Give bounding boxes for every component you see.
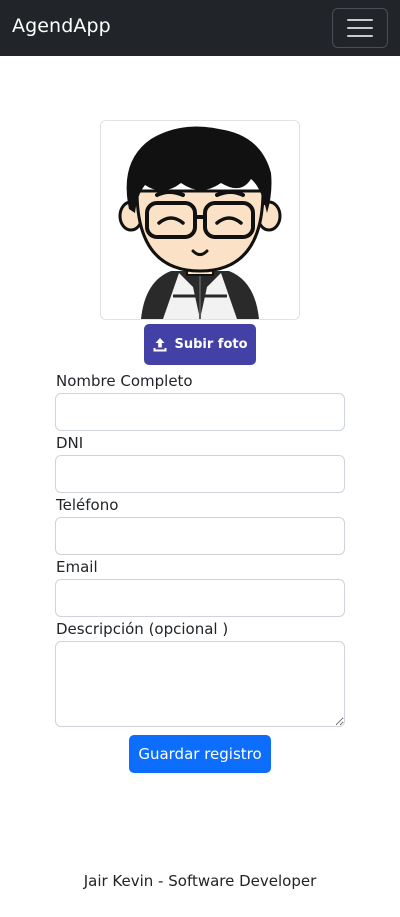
upload-icon [153,337,167,351]
avatar-illustration [118,126,282,319]
profile-photo [100,120,300,320]
navbar-toggle-button[interactable] [332,8,388,48]
descripcion-textarea[interactable] [55,641,345,727]
nombre-completo-input[interactable] [55,393,345,431]
hamburger-menu-icon [347,19,373,37]
navbar: AgendApp [0,0,400,56]
footer-credit: Jair Kevin - Software Developer [83,872,317,890]
field-label-dni: DNI [56,434,84,452]
email-input[interactable] [55,579,345,617]
upload-photo-label: Subir foto [174,337,248,352]
field-label-descripcion: Descripción (opcional ) [56,620,229,638]
field-label-email: Email [56,558,98,576]
dni-input[interactable] [55,455,345,493]
save-record-button[interactable]: Guardar registro [129,735,271,773]
upload-photo-button[interactable]: Subir foto [144,324,256,365]
field-label-telefono: Teléfono [56,496,119,514]
telefono-input[interactable] [55,517,345,555]
field-label-nombre: Nombre Completo [56,372,193,390]
brand-title[interactable]: AgendApp [12,15,111,37]
